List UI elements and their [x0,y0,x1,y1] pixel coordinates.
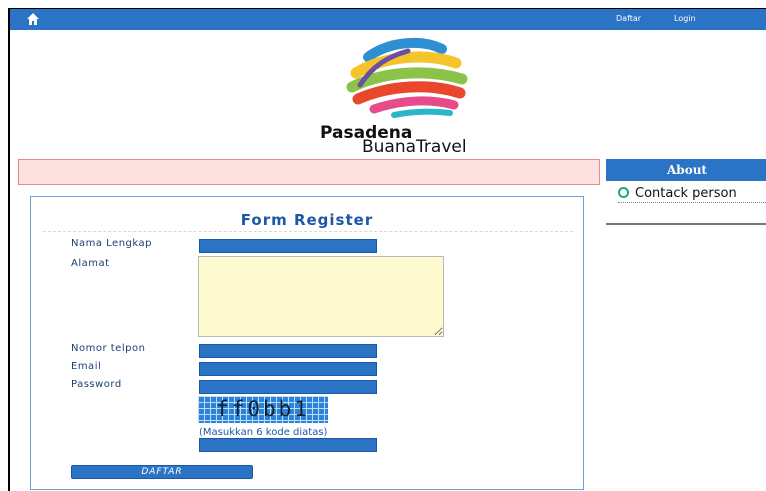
site-logo: Pasadena BuanaTravel [320,35,500,159]
page-frame: Daftar Login Pasadena BuanaTravel About … [8,8,766,491]
alert-message-bar [18,159,600,185]
login-link[interactable]: Login [674,14,696,23]
sidebar-item-contact-person[interactable]: Contack person [618,186,766,203]
register-form: Form Register Nama Lengkap Alamat Nomor … [30,196,584,490]
form-title: Form Register [240,211,374,229]
email-input[interactable] [199,362,377,376]
password-label: Password [71,379,122,390]
circle-bullet-icon [618,187,629,198]
password-input[interactable] [199,380,377,394]
captcha-image: ff0bb1 [198,396,328,423]
captcha-hint: (Masukkan 6 kode diatas) [199,427,328,438]
daftar-submit-button[interactable]: DAFTAR [71,465,253,479]
captcha-input[interactable] [199,438,377,452]
nama-lengkap-input[interactable] [199,239,377,253]
nama-lengkap-label: Nama Lengkap [71,238,152,249]
logo-graphic [346,37,468,118]
about-heading: About [606,159,766,181]
daftar-link[interactable]: Daftar [616,14,641,23]
email-label: Email [71,361,102,372]
sidebar-divider [606,223,766,225]
nomor-telpon-input[interactable] [199,344,377,358]
alamat-label: Alamat [71,258,110,269]
alamat-textarea[interactable] [198,256,444,337]
logo-text-buanatravel: BuanaTravel [362,137,467,157]
form-divider [43,231,573,232]
nomor-telpon-label: Nomor telpon [71,343,146,354]
top-navigation-bar: Daftar Login [10,9,766,30]
sidebar-item-label: Contack person [635,186,737,201]
home-icon[interactable] [26,12,40,26]
